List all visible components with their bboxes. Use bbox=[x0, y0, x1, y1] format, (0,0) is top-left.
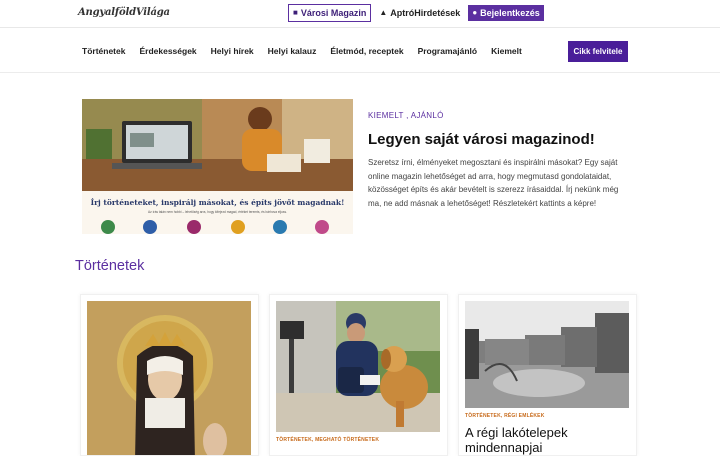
nav-item-tortenetek[interactable]: Történetek bbox=[82, 46, 125, 56]
hero-title[interactable]: Legyen saját városi magazinod! bbox=[368, 131, 595, 148]
login-button[interactable]: ● Bejelentkezés bbox=[468, 5, 544, 21]
hero-category[interactable]: KIEMELT , AJÁNLÓ bbox=[368, 111, 444, 120]
submit-article-button[interactable]: Cikk felvitele bbox=[568, 41, 628, 62]
lock-icon: ● bbox=[472, 8, 478, 17]
card-image[interactable] bbox=[276, 301, 440, 432]
city-magazine-link[interactable]: ■ Városi Magazin bbox=[288, 4, 372, 22]
top-links: ■ Városi Magazin ▲ AptróHirdetések ● Bej… bbox=[288, 4, 544, 22]
section-title: Történetek bbox=[75, 258, 145, 274]
city-magazine-label: Városi Magazin bbox=[300, 8, 367, 18]
top-bar: AngyalföldVilága ■ Városi Magazin ▲ Aptr… bbox=[0, 0, 720, 28]
nav-items: Történetek Érdekességek Helyi hírek Hely… bbox=[82, 46, 522, 56]
hero-illustration: Írj történeteket, inspirálj másokat, és … bbox=[82, 99, 353, 234]
classifieds-link[interactable]: ▲ AptróHirdetések bbox=[375, 5, 464, 21]
classifieds-label: AptróHirdetések bbox=[390, 8, 461, 18]
nav-item-helyi-kalauz[interactable]: Helyi kalauz bbox=[268, 46, 317, 56]
hero-excerpt: Szeretsz írni, élményeket megosztani és … bbox=[368, 158, 619, 208]
nav-item-helyi-hirek[interactable]: Helyi hírek bbox=[211, 46, 254, 56]
hero-image[interactable]: Írj történeteket, inspirálj másokat, és … bbox=[82, 99, 353, 234]
card-image[interactable] bbox=[87, 301, 251, 455]
hero-banner-subtext: Az írás talán nem hobbi – lehetőség arra… bbox=[148, 210, 287, 214]
article-card[interactable]: TÖRTÉNETEK, MEGHATÓ TÖRTÉNETEK bbox=[269, 294, 448, 456]
nav-item-erdekessegek[interactable]: Érdekességek bbox=[139, 46, 196, 56]
card-title[interactable]: A régi lakótelepek mindennapjai bbox=[465, 425, 629, 455]
nav-item-programajanlo[interactable]: Programajánló bbox=[418, 46, 478, 56]
article-card[interactable] bbox=[80, 294, 259, 456]
site-logo[interactable]: AngyalföldVilága bbox=[78, 7, 170, 18]
nav-item-kiemelt[interactable]: Kiemelt bbox=[491, 46, 522, 56]
login-label: Bejelentkezés bbox=[480, 8, 540, 18]
mailman-dog-photo bbox=[276, 301, 440, 432]
saint-painting bbox=[87, 301, 251, 455]
hero-banner-text: Írj történeteket, inspirálj másokat, és … bbox=[91, 198, 345, 207]
card-image[interactable] bbox=[465, 301, 629, 408]
card-category[interactable]: TÖRTÉNETEK, MEGHATÓ TÖRTÉNETEK bbox=[276, 437, 379, 443]
housing-estate-photo bbox=[465, 301, 629, 408]
megaphone-icon: ▲ bbox=[379, 8, 388, 17]
nav-item-eletmod[interactable]: Életmód, receptek bbox=[330, 46, 403, 56]
book-icon: ■ bbox=[293, 8, 298, 17]
article-card[interactable]: TÖRTÉNETEK, RÉGI EMLÉKEK A régi lakótele… bbox=[458, 294, 637, 456]
card-category[interactable]: TÖRTÉNETEK, RÉGI EMLÉKEK bbox=[465, 413, 545, 419]
